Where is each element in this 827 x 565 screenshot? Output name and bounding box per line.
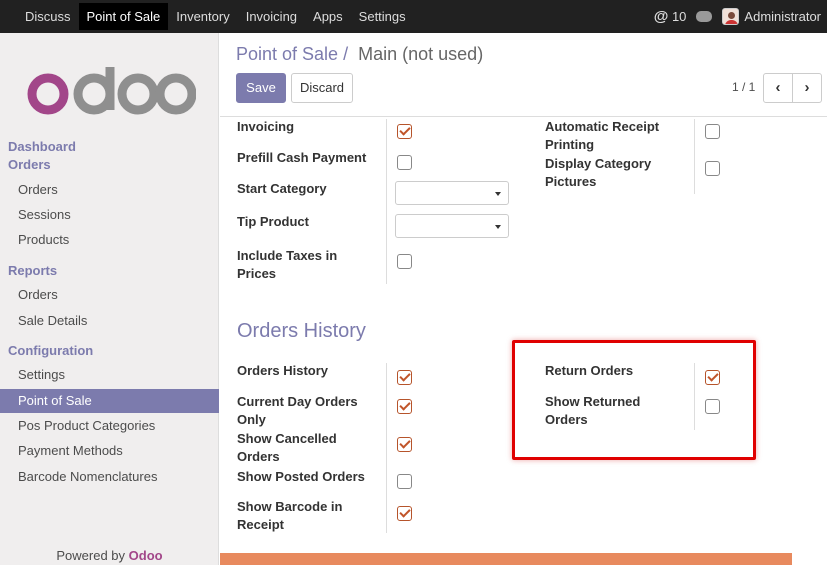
current-day-orders-only-checkbox[interactable] (397, 399, 412, 414)
show-posted-orders-checkbox[interactable] (397, 474, 412, 489)
field-label-orders-history: Orders History (237, 363, 329, 378)
systray: @ 10 Administrator (644, 0, 827, 33)
pager-previous-button[interactable]: ‹ (763, 73, 793, 103)
field-label-include-taxes: Include Taxes in Prices (237, 248, 338, 281)
sidebar-heading-orders[interactable]: Orders (8, 157, 51, 172)
menu-settings[interactable]: Settings (351, 3, 414, 30)
automatic-receipt-printing-checkbox[interactable] (705, 124, 720, 139)
save-button[interactable]: Save (236, 73, 286, 103)
field-separator (694, 119, 695, 194)
discard-button[interactable]: Discard (291, 73, 353, 103)
control-panel-divider (220, 116, 827, 117)
display-category-pictures-checkbox[interactable] (705, 161, 720, 176)
field-label-tip-product: Tip Product (237, 214, 309, 229)
field-label-invoicing: Invoicing (237, 119, 295, 134)
sidebar-item-barcode-nomenclatures[interactable]: Barcode Nomenclatures (0, 465, 219, 489)
menu-discuss[interactable]: Discuss (17, 3, 79, 30)
activity-button[interactable]: @ 10 (654, 8, 687, 25)
field-label-automatic-receipt-printing: Automatic Receipt Printing (545, 119, 660, 152)
field-label-show-barcode-in-receipt: Show Barcode in Receipt (237, 499, 343, 532)
sidebar-item-products[interactable]: Products (0, 228, 219, 252)
field-label-show-posted-orders: Show Posted Orders (237, 469, 365, 484)
menu-inventory[interactable]: Inventory (168, 3, 237, 30)
field-separator (386, 119, 387, 284)
sidebar-item-sale-details[interactable]: Sale Details (0, 309, 219, 333)
menu-apps[interactable]: Apps (305, 3, 351, 30)
pager-value[interactable]: 1 / 1 (732, 80, 755, 94)
sidebar: Dashboard Orders Orders Sessions Product… (0, 33, 219, 565)
invoicing-checkbox[interactable] (397, 124, 412, 139)
show-barcode-in-receipt-checkbox[interactable] (397, 506, 412, 521)
pager-next-button[interactable]: › (792, 73, 822, 103)
sidebar-item-orders[interactable]: Orders (0, 178, 219, 202)
field-label-prefill-cash-payment: Prefill Cash Payment (237, 150, 367, 165)
user-name: Administrator (744, 9, 821, 24)
powered-by: Powered by Odoo (0, 548, 219, 563)
chevron-left-icon: ‹ (775, 79, 781, 96)
menu-invoicing[interactable]: Invoicing (238, 3, 305, 30)
sidebar-item-sessions[interactable]: Sessions (0, 203, 219, 227)
at-icon: @ (653, 8, 669, 25)
sidebar-item-settings[interactable]: Settings (0, 363, 219, 387)
main-content: Point of Sale / Main (not used) Save Dis… (220, 33, 827, 565)
app-menu: Discuss Point of Sale Inventory Invoicin… (0, 0, 414, 33)
powered-by-link[interactable]: Odoo (129, 548, 163, 563)
show-cancelled-orders-checkbox[interactable] (397, 437, 412, 452)
field-label-display-category-pictures: Display Category Pictures (545, 156, 652, 189)
sidebar-heading-configuration[interactable]: Configuration (8, 343, 93, 358)
odoo-logo (27, 67, 196, 115)
breadcrumb: Point of Sale / Main (not used) (236, 44, 483, 65)
field-separator (386, 363, 387, 533)
chat-icon[interactable] (696, 11, 713, 22)
breadcrumb-parent[interactable]: Point of Sale (236, 44, 338, 64)
start-category-select[interactable] (395, 181, 509, 205)
sidebar-item-pos-product-categories[interactable]: Pos Product Categories (0, 414, 219, 438)
section-title-orders-history: Orders History (237, 320, 366, 342)
highlight-annotation-box (512, 340, 756, 460)
field-label-show-cancelled-orders: Show Cancelled Orders (237, 431, 337, 464)
avatar (722, 8, 740, 25)
orders-history-checkbox[interactable] (397, 370, 412, 385)
prefill-cash-payment-checkbox[interactable] (397, 155, 412, 170)
sidebar-heading-dashboard[interactable]: Dashboard (8, 139, 76, 154)
sidebar-item-point-of-sale[interactable]: Point of Sale (0, 389, 219, 413)
scroll-footer-bar (220, 553, 792, 565)
notification-count: 10 (671, 9, 687, 24)
include-taxes-checkbox[interactable] (397, 254, 412, 269)
top-navbar: Discuss Point of Sale Inventory Invoicin… (0, 0, 827, 33)
user-menu[interactable]: Administrator (722, 8, 821, 25)
breadcrumb-current: Main (not used) (358, 44, 484, 64)
sidebar-item-report-orders[interactable]: Orders (0, 283, 219, 307)
field-label-current-day-orders-only: Current Day Orders Only (237, 394, 358, 427)
breadcrumb-separator: / (343, 44, 349, 64)
sidebar-heading-reports[interactable]: Reports (8, 263, 57, 278)
field-label-start-category: Start Category (237, 181, 327, 196)
menu-point-of-sale[interactable]: Point of Sale (78, 3, 169, 30)
tip-product-select[interactable] (395, 214, 509, 238)
sidebar-item-payment-methods[interactable]: Payment Methods (0, 439, 219, 463)
powered-by-text: Powered by (56, 548, 126, 563)
chevron-right-icon: › (804, 79, 810, 96)
